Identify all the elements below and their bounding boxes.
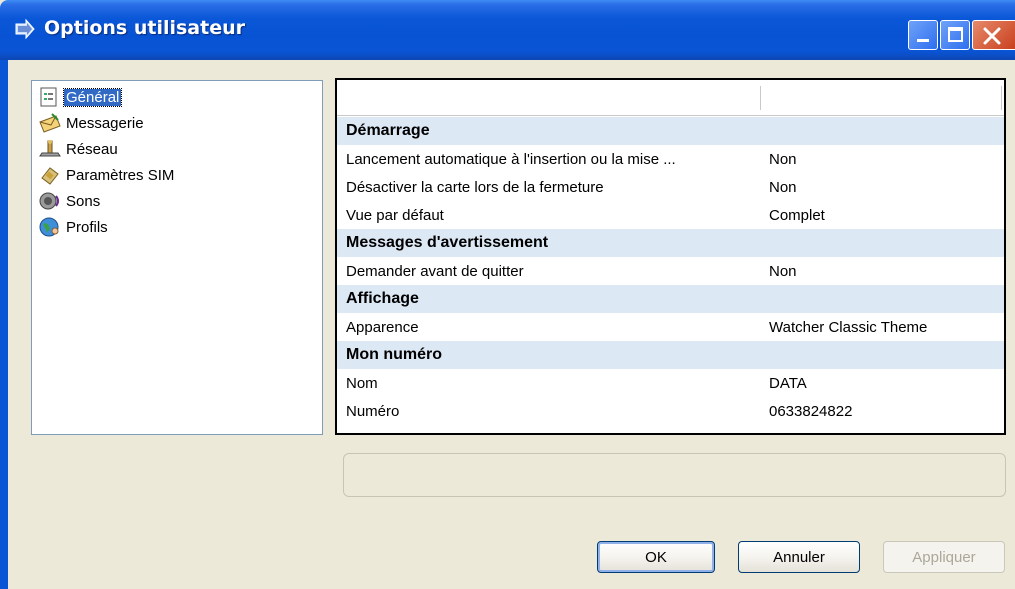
cancel-button[interactable]: Annuler: [738, 541, 860, 573]
tree-item-label: Sons: [66, 192, 101, 210]
property-description-panel: [343, 453, 1006, 497]
property-row-lancement-auto[interactable]: Lancement automatique à l'insertion ou l…: [337, 145, 1004, 173]
property-label: Demander avant de quitter: [346, 263, 524, 280]
property-row-vue-par-defaut[interactable]: Vue par défaut Complet: [337, 201, 1004, 229]
property-grid[interactable]: Démarrage Lancement automatique à l'inse…: [335, 78, 1006, 435]
document-icon: [38, 86, 64, 108]
category-tree[interactable]: Général Messagerie Réseau Paramètres SIM…: [31, 80, 323, 435]
property-label: Lancement automatique à l'insertion ou l…: [346, 151, 676, 168]
tree-item-general[interactable]: Général: [38, 85, 123, 109]
property-label: Numéro: [346, 403, 400, 420]
category-row-mon-numero[interactable]: Mon numéro: [337, 341, 1004, 369]
category-row-messages[interactable]: Messages d'avertissement: [337, 229, 1004, 257]
options-dialog: Options utilisateur Général Messagerie R…: [0, 0, 1015, 589]
globe-user-icon: [38, 216, 64, 238]
tree-item-label: Paramètres SIM: [66, 166, 175, 184]
property-label: Vue par défaut: [346, 207, 444, 224]
app-arrow-icon: [15, 18, 35, 40]
property-label: Désactiver la carte lors de la fermeture: [346, 179, 604, 196]
column-separator[interactable]: [760, 86, 761, 110]
maximize-button[interactable]: [940, 20, 970, 50]
property-row-numero[interactable]: Numéro 0633824822: [337, 397, 1004, 425]
property-value[interactable]: Complet: [769, 207, 825, 224]
apply-button[interactable]: Appliquer: [883, 541, 1005, 573]
column-separator[interactable]: [1001, 86, 1002, 110]
category-row-affichage[interactable]: Affichage: [337, 285, 1004, 313]
tree-item-label: Réseau: [66, 140, 118, 158]
sim-card-icon: [38, 164, 64, 186]
envelope-icon: [38, 112, 64, 134]
property-label: Apparence: [346, 319, 419, 336]
tree-item-label: Général: [62, 87, 123, 107]
property-value[interactable]: Non: [769, 151, 797, 168]
maximize-icon: [948, 27, 963, 42]
speaker-icon: [38, 190, 64, 212]
property-row-nom[interactable]: Nom DATA: [337, 369, 1004, 397]
property-row-desactiver-carte[interactable]: Désactiver la carte lors de la fermeture…: [337, 173, 1004, 201]
tree-item-messagerie[interactable]: Messagerie: [38, 111, 146, 135]
tree-item-parametres-sim[interactable]: Paramètres SIM: [38, 163, 176, 187]
minimize-icon: [917, 39, 929, 42]
close-icon: [983, 27, 1001, 45]
tree-item-label: Messagerie: [66, 114, 144, 132]
close-button[interactable]: [972, 20, 1015, 50]
category-label: Affichage: [346, 290, 419, 307]
category-row-demarrage[interactable]: Démarrage: [337, 117, 1004, 145]
property-row-demander-quitter[interactable]: Demander avant de quitter Non: [337, 257, 1004, 285]
title-bar[interactable]: Options utilisateur: [0, 0, 1015, 60]
property-value[interactable]: Non: [769, 179, 797, 196]
ok-button[interactable]: OK: [597, 541, 715, 573]
grid-header: [337, 80, 1004, 116]
property-label: Nom: [346, 375, 378, 392]
property-value[interactable]: 0633824822: [769, 403, 852, 420]
tree-item-profils[interactable]: Profils: [38, 215, 110, 239]
minimize-button[interactable]: [908, 20, 938, 50]
category-label: Mon numéro: [346, 346, 442, 363]
category-label: Messages d'avertissement: [346, 234, 549, 251]
property-value[interactable]: Non: [769, 263, 797, 280]
window-title: Options utilisateur: [44, 17, 245, 39]
tree-item-label: Profils: [66, 218, 108, 236]
property-row-apparence[interactable]: Apparence Watcher Classic Theme: [337, 313, 1004, 341]
window-frame: [0, 60, 8, 589]
network-icon: [38, 138, 64, 160]
tree-item-sons[interactable]: Sons: [38, 189, 102, 213]
category-label: Démarrage: [346, 122, 430, 139]
property-value[interactable]: Watcher Classic Theme: [769, 319, 927, 336]
property-value[interactable]: DATA: [769, 375, 807, 392]
tree-item-reseau[interactable]: Réseau: [38, 137, 120, 161]
